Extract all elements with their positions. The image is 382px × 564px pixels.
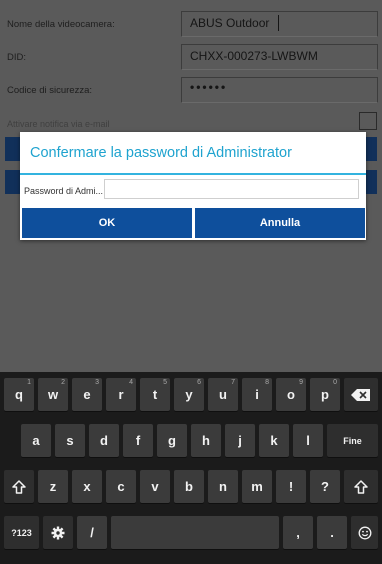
key-hint: 9 [299, 379, 303, 386]
password-input[interactable] [104, 179, 359, 199]
key-u[interactable]: u7 [208, 378, 238, 411]
settings-icon [51, 526, 65, 539]
key-label: o [287, 387, 295, 402]
backspace-icon [351, 388, 370, 401]
key-slash[interactable]: / [77, 516, 107, 549]
camera-name-row: Nome della videocamera: ABUS Outdoor [0, 7, 382, 41]
soft-keyboard: q1 w2 e3 r4 t5 y6 u7 i8 o9 p0 a s d f g … [0, 372, 382, 564]
key-label: r [118, 387, 124, 402]
key-question[interactable]: ? [310, 470, 340, 503]
key-o[interactable]: o9 [276, 378, 306, 411]
cancel-button[interactable]: Annulla [195, 208, 365, 238]
key-i[interactable]: i8 [242, 378, 272, 411]
emoji-icon [358, 526, 371, 539]
key-j[interactable]: j [225, 424, 255, 457]
key-c[interactable]: c [106, 470, 136, 503]
key-s[interactable]: s [55, 424, 85, 457]
did-label: DID: [7, 52, 26, 63]
key-label: i [255, 387, 259, 402]
key-l[interactable]: l [293, 424, 323, 457]
key-label: e [83, 387, 91, 402]
security-code-field[interactable]: •••••• [181, 77, 378, 103]
key-x[interactable]: x [72, 470, 102, 503]
did-value: CHXX-000273-LWBWM [190, 49, 318, 63]
key-hint: 8 [265, 379, 269, 386]
key-k[interactable]: k [259, 424, 289, 457]
key-g[interactable]: g [157, 424, 187, 457]
key-hint: 3 [95, 379, 99, 386]
shift-icon [12, 479, 26, 494]
key-hint: 7 [231, 379, 235, 386]
shift-icon [354, 479, 368, 494]
key-label: y [185, 387, 193, 402]
key-comma[interactable]: , [283, 516, 313, 549]
enter-key[interactable]: Fine [327, 424, 378, 457]
did-field[interactable]: CHXX-000273-LWBWM [181, 44, 378, 70]
ok-button[interactable]: OK [22, 208, 192, 238]
key-h[interactable]: h [191, 424, 221, 457]
key-label: w [47, 387, 59, 402]
dialog-divider [20, 173, 366, 175]
key-hint: 2 [61, 379, 65, 386]
space-key[interactable] [111, 516, 279, 549]
backspace-key[interactable] [344, 378, 378, 411]
key-v[interactable]: v [140, 470, 170, 503]
notify-checkbox[interactable] [359, 112, 377, 130]
notify-label: Attivare notifica via e-mail [7, 119, 110, 129]
settings-key[interactable] [43, 516, 73, 549]
key-label: q [15, 387, 23, 402]
key-d[interactable]: d [89, 424, 119, 457]
key-hint: 6 [197, 379, 201, 386]
symbols-key[interactable]: ?123 [4, 516, 39, 549]
key-a[interactable]: a [21, 424, 51, 457]
camera-name-value: ABUS Outdoor [190, 16, 270, 30]
key-hint: 1 [27, 379, 31, 386]
key-hint: 5 [163, 379, 167, 386]
key-p[interactable]: p0 [310, 378, 340, 411]
key-z[interactable]: z [38, 470, 68, 503]
key-period[interactable]: . [317, 516, 347, 549]
emoji-key[interactable] [351, 516, 378, 549]
key-n[interactable]: n [208, 470, 238, 503]
did-row: DID: CHXX-000273-LWBWM [0, 40, 382, 74]
camera-name-label: Nome della videocamera: [7, 19, 115, 30]
key-label: t [152, 387, 158, 402]
key-y[interactable]: y6 [174, 378, 204, 411]
key-r[interactable]: r4 [106, 378, 136, 411]
dialog-title: Confermare la password di Administrator [30, 145, 292, 161]
key-w[interactable]: w2 [38, 378, 68, 411]
key-e[interactable]: e3 [72, 378, 102, 411]
camera-name-field[interactable]: ABUS Outdoor [181, 11, 378, 37]
key-f[interactable]: f [123, 424, 153, 457]
security-code-row: Codice di sicurezza: •••••• [0, 73, 382, 107]
key-hint: 4 [129, 379, 133, 386]
security-code-value: •••••• [190, 80, 228, 94]
security-code-label: Codice di sicurezza: [7, 85, 93, 96]
shift-key-right[interactable] [344, 470, 378, 503]
key-hint: 0 [333, 379, 337, 386]
app-screen: Nome della videocamera: ABUS Outdoor DID… [0, 0, 382, 564]
key-label: u [219, 387, 227, 402]
key-b[interactable]: b [174, 470, 204, 503]
shift-key[interactable] [4, 470, 34, 503]
confirm-password-dialog: Confermare la password di Administrator … [20, 132, 366, 240]
text-cursor [278, 15, 279, 31]
key-exclamation[interactable]: ! [276, 470, 306, 503]
key-q[interactable]: q1 [4, 378, 34, 411]
key-m[interactable]: m [242, 470, 272, 503]
key-label: p [321, 387, 329, 402]
key-t[interactable]: t5 [140, 378, 170, 411]
password-field-label: Password di Admi... [24, 186, 104, 196]
